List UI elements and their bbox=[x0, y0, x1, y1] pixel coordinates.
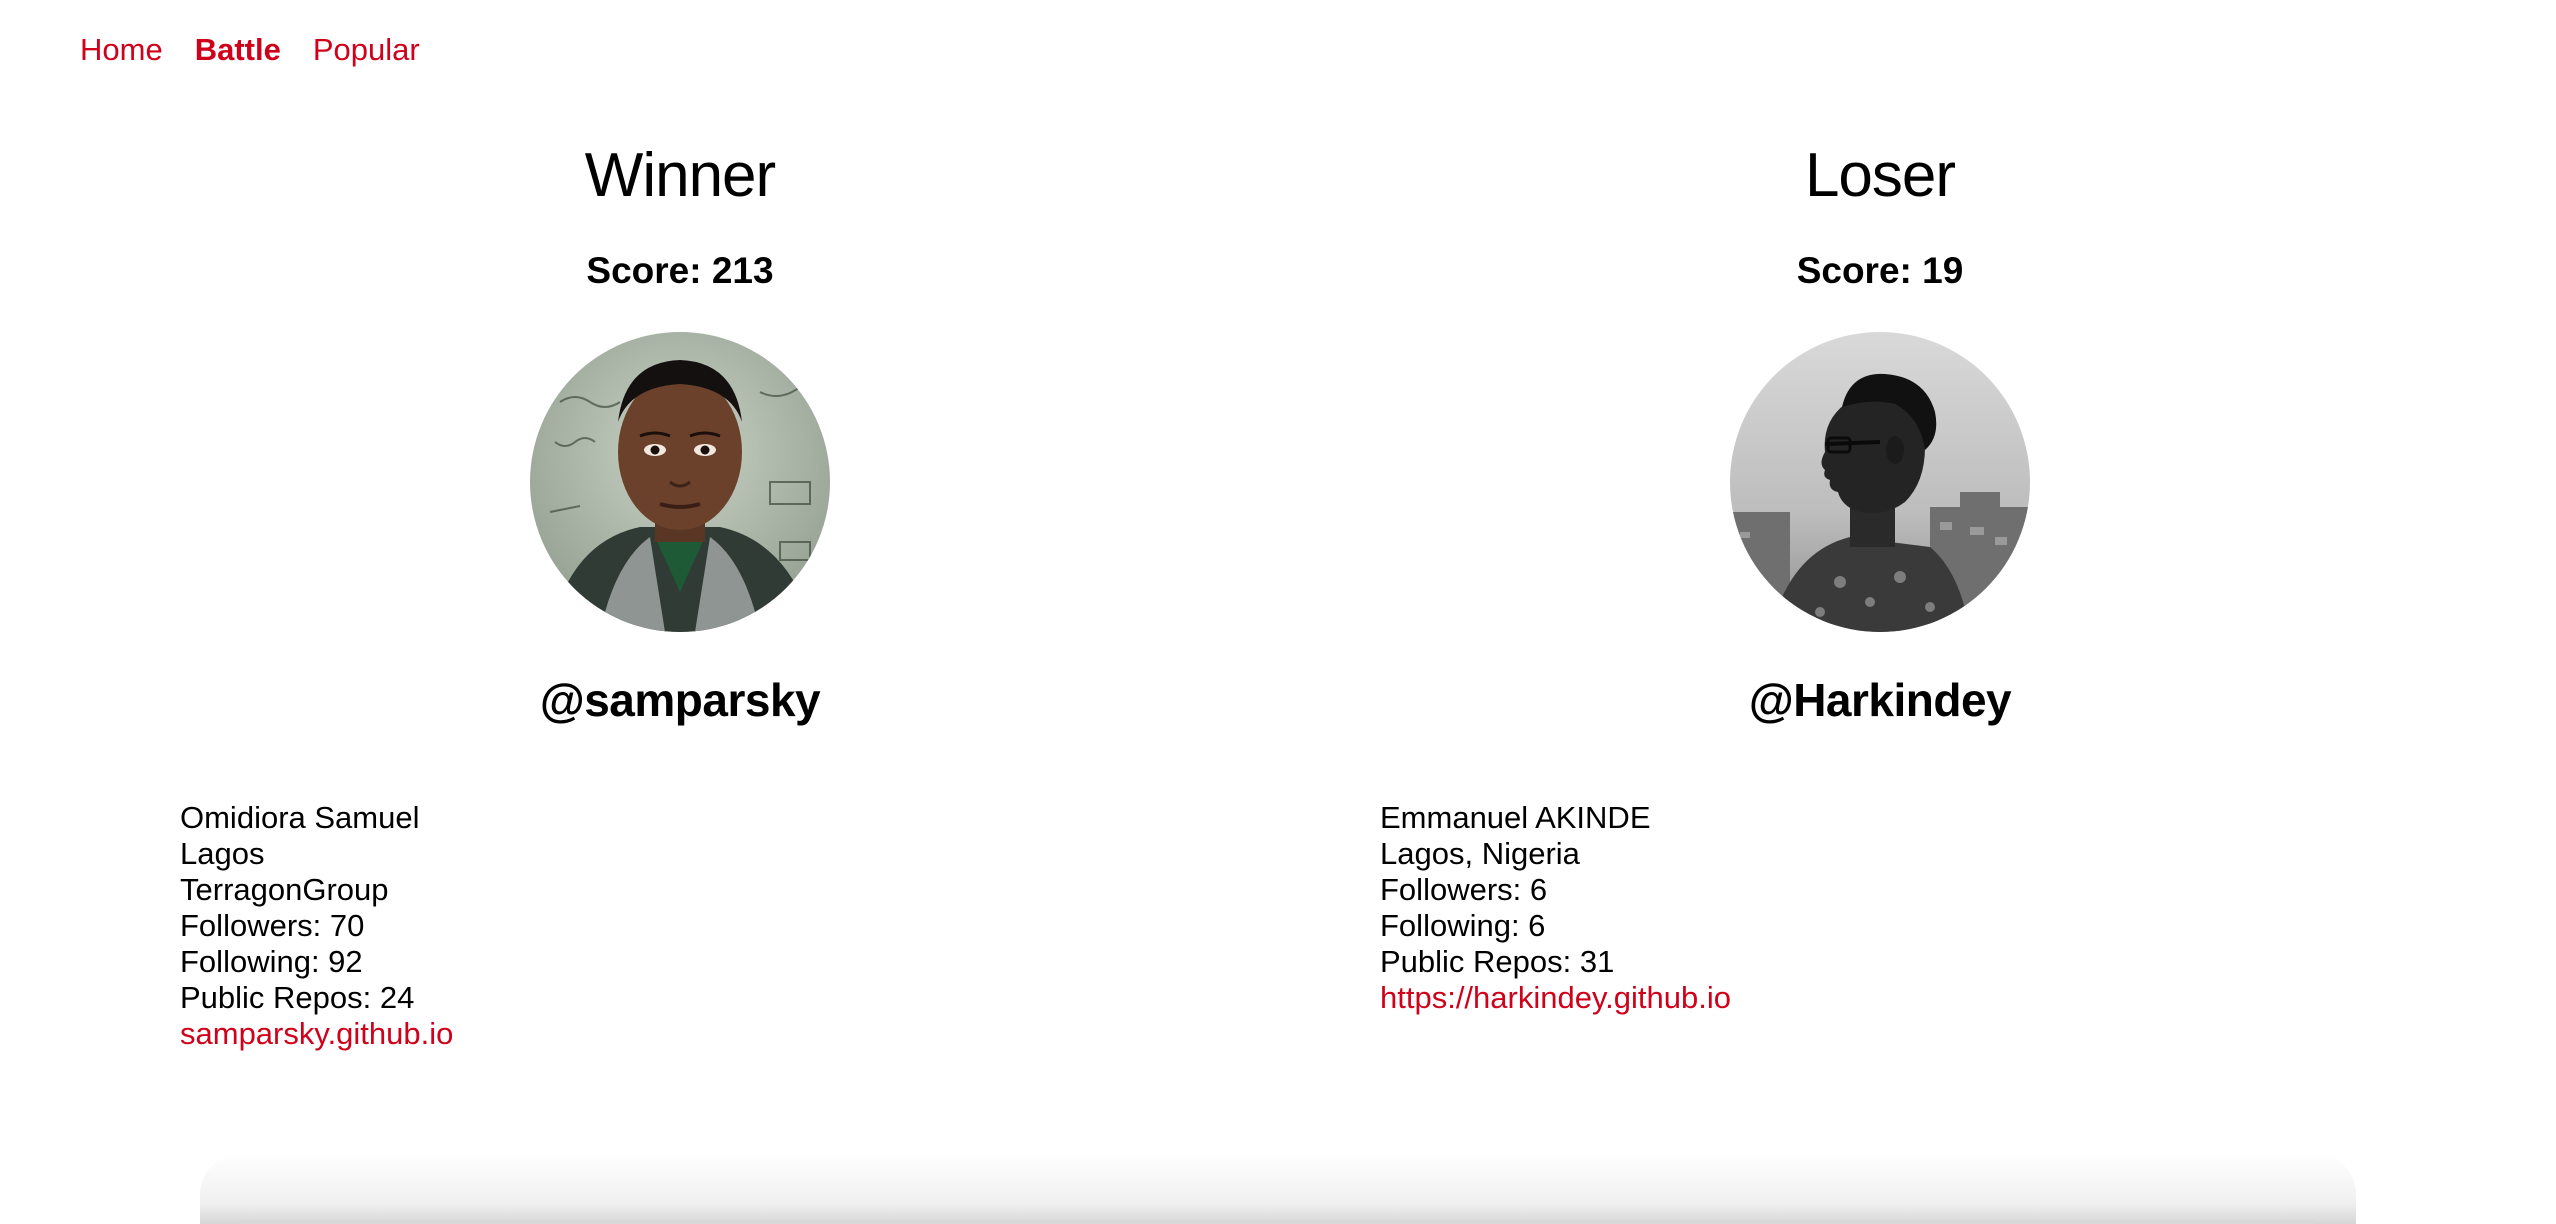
profile-repos: Public Repos: 31 bbox=[1380, 944, 1615, 979]
result-title: Winner bbox=[584, 141, 776, 210]
reset-button-edge[interactable] bbox=[240, 1220, 2316, 1224]
profile-followers: Followers: 6 bbox=[1380, 872, 1548, 907]
main-nav: Home Battle Popular bbox=[80, 30, 420, 70]
user-avatar bbox=[1730, 332, 2030, 632]
score-label: Score: 213 bbox=[586, 250, 774, 291]
profile-location: Lagos, Nigeria bbox=[1380, 836, 1580, 871]
profile-following: Following: 6 bbox=[1380, 908, 1546, 943]
avatar-photo bbox=[1730, 332, 2030, 632]
avatar-photo bbox=[530, 332, 830, 632]
result-title: Loser bbox=[1804, 141, 1956, 210]
profile-followers: Followers: 70 bbox=[180, 908, 365, 943]
profile-location: Lagos bbox=[180, 836, 265, 871]
profile-name: Omidiora Samuel bbox=[180, 800, 420, 835]
nav-home-link[interactable]: Home bbox=[80, 30, 163, 70]
profile-following: Following: 92 bbox=[180, 944, 363, 979]
reset-button-shadow bbox=[200, 1154, 2356, 1224]
username: @samparsky bbox=[539, 674, 821, 726]
username: @Harkindey bbox=[1748, 674, 2012, 726]
score-label: Score: 19 bbox=[1796, 250, 1964, 291]
user-avatar bbox=[530, 332, 830, 632]
nav-battle-link[interactable]: Battle bbox=[195, 30, 281, 70]
profile-name: Emmanuel AKINDE bbox=[1380, 800, 1651, 835]
profile-company: TerragonGroup bbox=[180, 872, 389, 907]
battle-results-page: Home Battle Popular Winner Score: 213 @s… bbox=[0, 0, 2556, 1224]
nav-popular-link[interactable]: Popular bbox=[313, 30, 420, 70]
profile-repos: Public Repos: 24 bbox=[180, 980, 415, 1015]
profile-info: Omidiora Samuel Lagos TerragonGroup Foll… bbox=[180, 800, 453, 1052]
profile-info: Emmanuel AKINDE Lagos, Nigeria Followers… bbox=[1380, 800, 1731, 1016]
profile-blog-link[interactable]: https://harkindey.github.io bbox=[1380, 980, 1731, 1015]
profile-blog-link[interactable]: samparsky.github.io bbox=[180, 1016, 453, 1051]
